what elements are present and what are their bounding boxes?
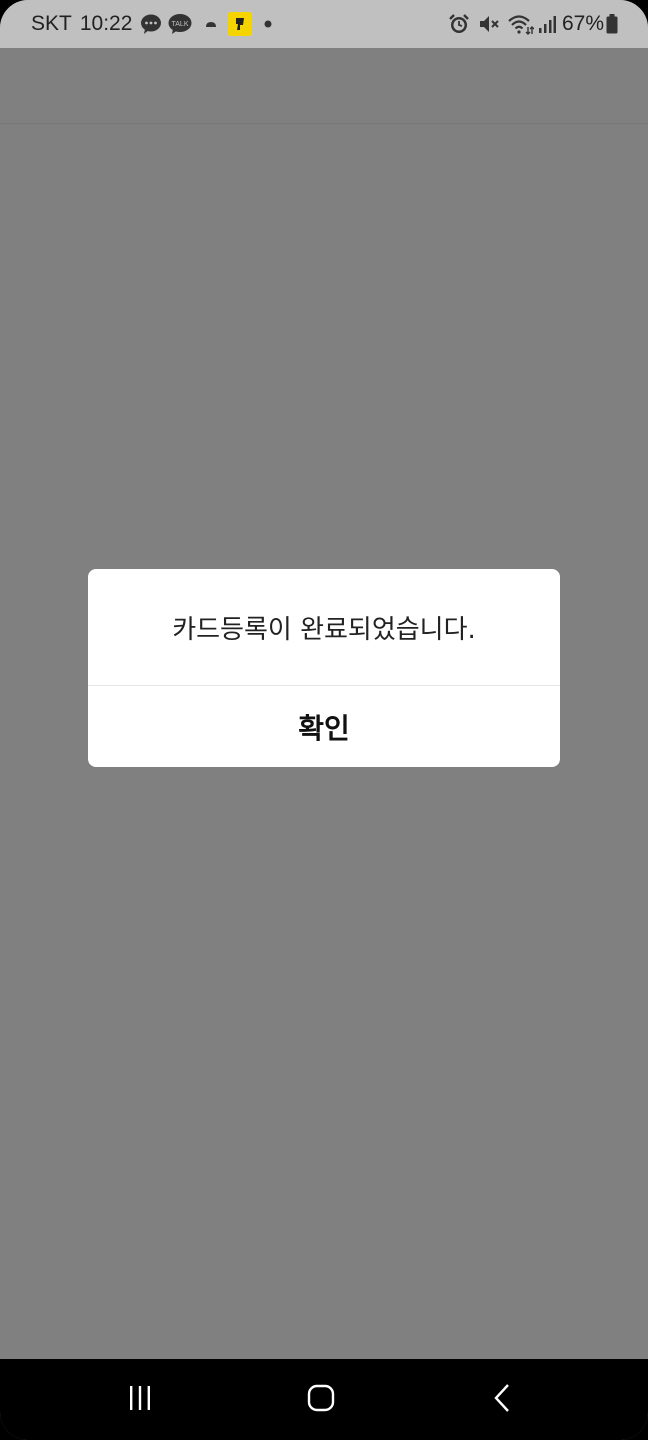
kakaotalk-icon: TALK [168,13,192,35]
message-icon [140,13,162,35]
navigation-bar [0,1359,648,1440]
recent-apps-button[interactable] [90,1359,190,1440]
kakaotalk-label: TALK [172,21,189,28]
cloud-icon [204,19,218,29]
wifi-icon [508,13,534,35]
alarm-icon [448,13,470,35]
phone-screen: SKT 10:22 TALK 67% 카드등록이 완료되었습니다. 확인 [0,0,648,1440]
battery-percent: 67% [561,12,604,35]
confirm-button[interactable]: 확인 [88,686,560,767]
dot-icon [264,20,272,28]
alert-dialog: 카드등록이 완료되었습니다. 확인 [88,569,560,767]
status-bar-left: SKT 10:22 TALK [31,0,272,48]
battery-icon [606,14,618,34]
home-icon [306,1383,336,1417]
app-header [0,48,648,124]
status-bar-right: 67% [440,0,618,48]
back-button[interactable] [453,1359,553,1440]
home-button[interactable] [271,1359,371,1440]
mute-icon [478,13,500,35]
dialog-message: 카드등록이 완료되었습니다. [172,614,476,645]
carrier-label: SKT [31,12,72,35]
recent-apps-icon [125,1383,155,1417]
clock: 10:22 [79,12,133,35]
back-icon [488,1383,518,1417]
signal-icon [538,15,556,33]
status-bar: SKT 10:22 TALK 67% [0,0,648,48]
app-notification-icon [228,12,253,36]
